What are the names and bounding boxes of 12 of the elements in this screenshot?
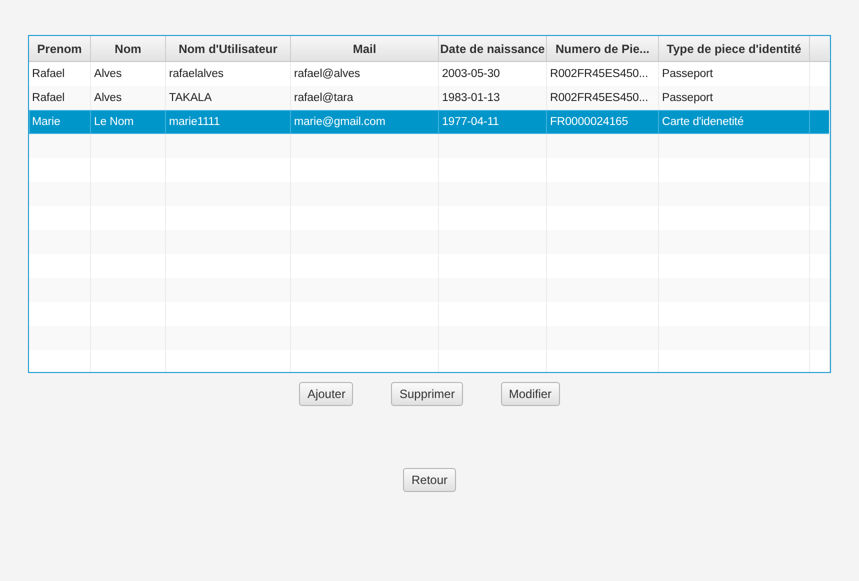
- action-button[interactable]: Modifier: [500, 382, 560, 406]
- column-header[interactable]: Date de naissance: [439, 36, 547, 61]
- column-header[interactable]: Nom: [91, 36, 166, 61]
- column-header[interactable]: Prenom: [29, 36, 91, 61]
- action-button[interactable]: Supprimer: [391, 382, 463, 406]
- column-header[interactable]: Mail: [291, 36, 439, 61]
- column-header[interactable]: Nom d'Utilisateur: [166, 36, 291, 61]
- back-button[interactable]: Retour: [403, 468, 456, 492]
- table-row[interactable]: Rafael Alves TAKALA rafael@tara 1983-01-13 R002FR45ES450... Passeport: [29, 86, 830, 110]
- column-header[interactable]: Type de piece d'identité: [659, 36, 810, 61]
- action-button[interactable]: Ajouter: [299, 382, 354, 406]
- column-header[interactable]: Numero de Pie...: [547, 36, 659, 61]
